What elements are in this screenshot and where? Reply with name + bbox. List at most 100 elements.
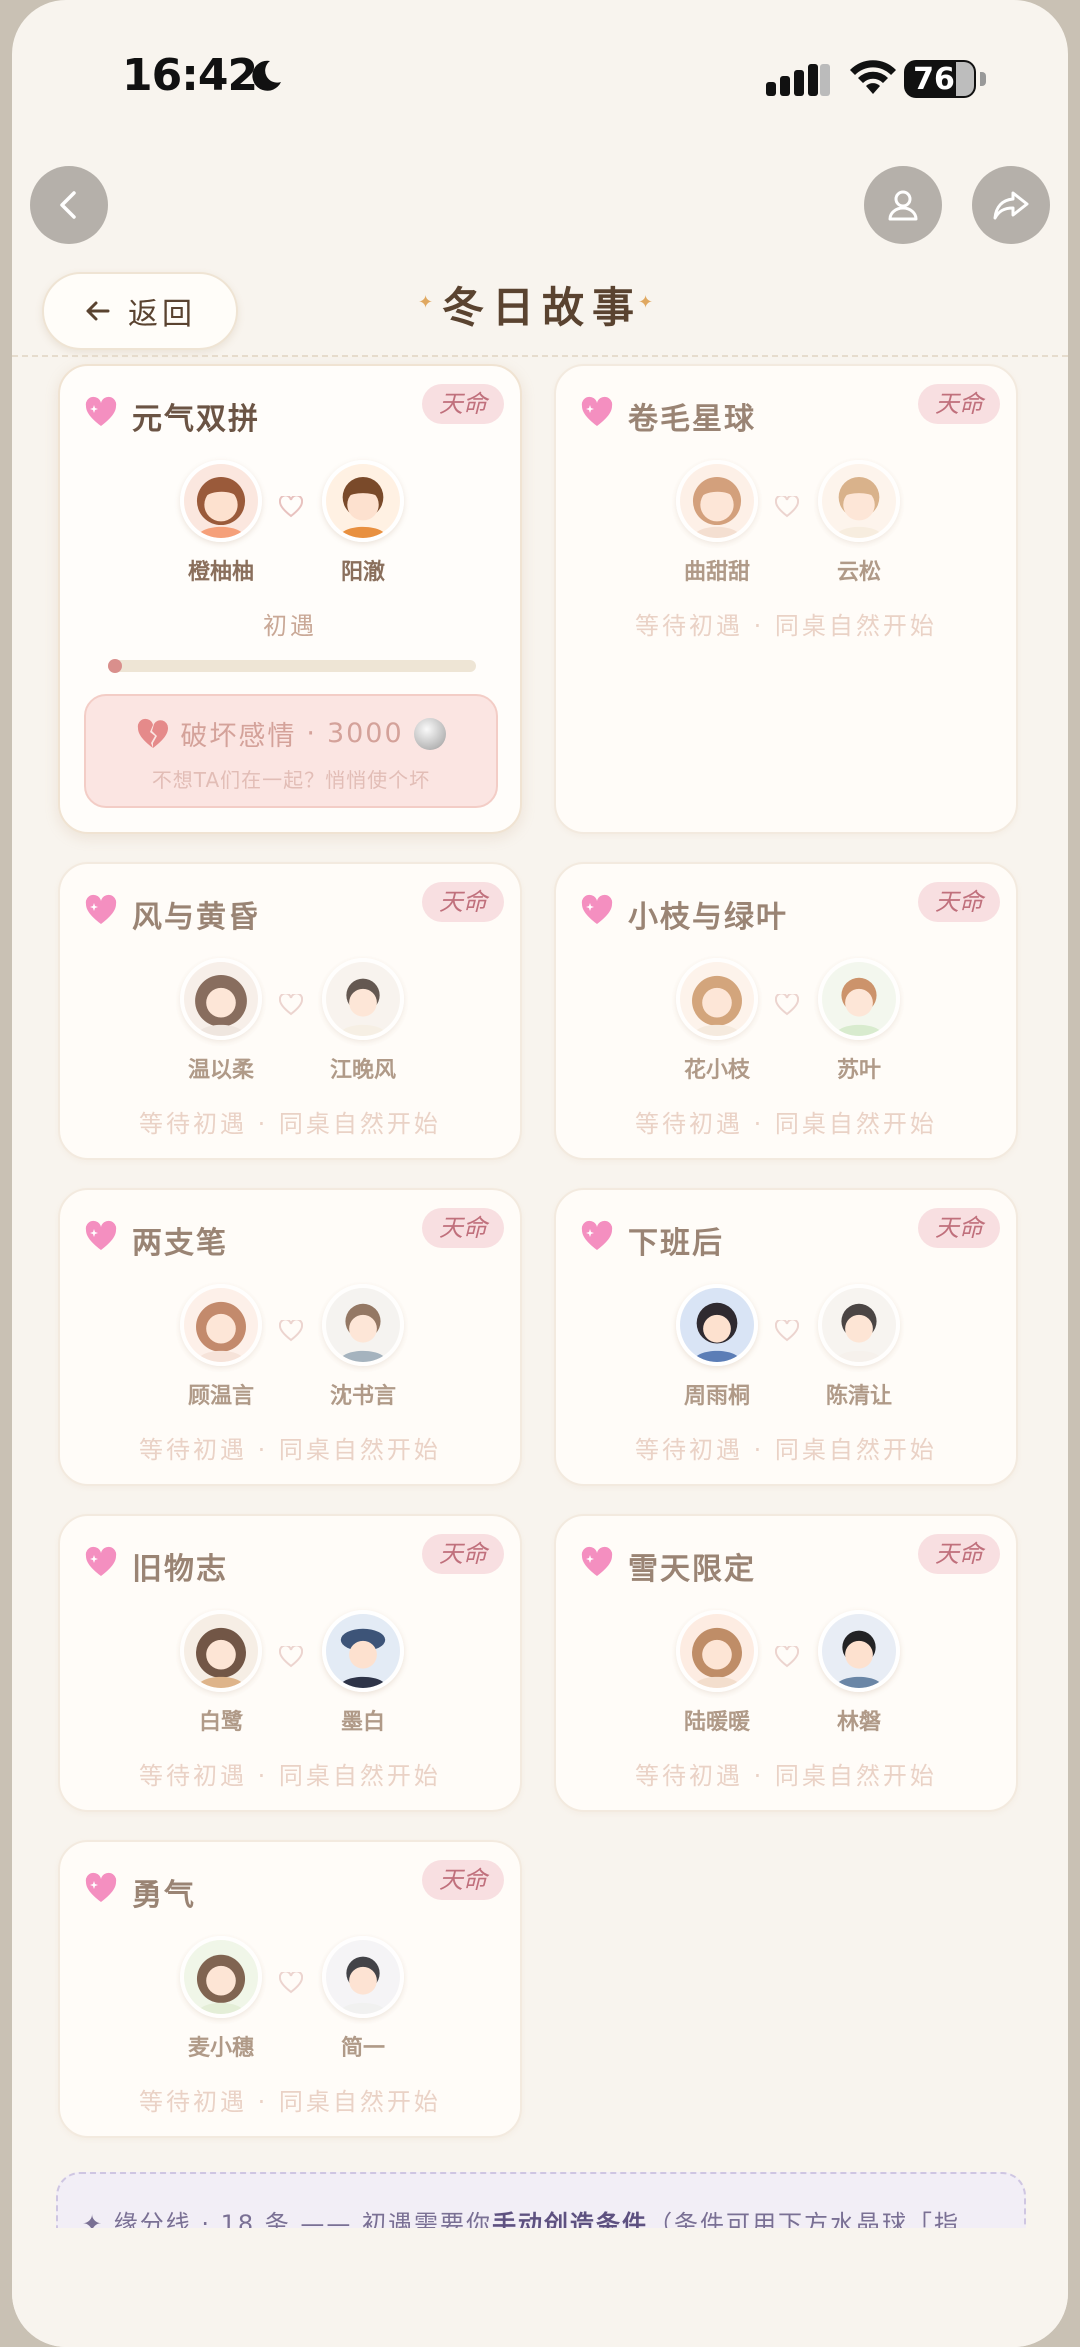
heart-outline-icon (279, 1646, 303, 1668)
story-card-5[interactable]: 下班后 天命 周雨桐 陈清让 等待初遇 · 同桌自然开始 (554, 1188, 1018, 1486)
avatar-right (322, 460, 404, 542)
user-icon (888, 190, 918, 221)
avatar-left (180, 958, 262, 1040)
affection-progress-bar (108, 659, 476, 673)
back-button[interactable]: 返回 (42, 272, 238, 350)
avatar-left (676, 958, 758, 1040)
fate-tag: 天命 (918, 1534, 1000, 1574)
status-time: 16:42 (122, 50, 258, 101)
page-title: 冬日故事 (441, 283, 642, 332)
fate-tag: 天命 (422, 1534, 504, 1574)
story-card-6[interactable]: 旧物志 天命 白鹭 墨白 等待初遇 · 同桌自然开始 (58, 1514, 522, 1812)
character-name-right: 沈书言 (329, 1384, 396, 1409)
heart-outline-icon (775, 994, 799, 1016)
fate-tag: 天命 (422, 1860, 504, 1900)
card-title: 两支笔 (132, 1226, 228, 1261)
wifi-icon (850, 60, 896, 94)
avatar-left (180, 460, 262, 542)
character-name-right: 苏叶 (836, 1058, 881, 1083)
avatar-left (676, 1284, 758, 1366)
story-card-8[interactable]: 勇气 天命 麦小穗 简一 等待初遇 · 同桌自然开始 (58, 1840, 522, 2138)
story-card-0[interactable]: 元气双拼 天命 橙柚柚 阳澈 初遇 破坏感情 · 3000 不想TA们在一起？悄… (58, 364, 522, 834)
status-text: 等待初遇 · 同桌自然开始 (139, 1436, 441, 1464)
avatar-right (818, 958, 900, 1040)
break-hint: 不想TA们在一起？悄悄使个坏 (151, 768, 431, 792)
sparkling-heart-icon (581, 396, 613, 426)
avatar-right (818, 1284, 900, 1366)
chevron-left-icon (60, 191, 76, 219)
break-relationship-button[interactable]: 破坏感情 · 3000 不想TA们在一起？悄悄使个坏 (84, 694, 498, 808)
avatar-left (180, 1284, 262, 1366)
character-name-right: 阳澈 (340, 560, 385, 585)
break-cost: 3000 (326, 718, 404, 749)
app-screen: 16:42 76 返回 ✦ 冬日故事 ✦ 元气双拼 天命 橙柚柚 阳澈 初遇 破… (12, 0, 1068, 2347)
fate-tag: 天命 (918, 882, 1000, 922)
share-icon (993, 191, 1029, 220)
stage-label: 初遇 (263, 612, 317, 640)
status-text: 等待初遇 · 同桌自然开始 (635, 1762, 937, 1790)
fate-tag: 天命 (918, 1208, 1000, 1248)
heart-outline-icon (279, 1972, 303, 1994)
avatar-left (676, 460, 758, 542)
avatar-left (180, 1610, 262, 1692)
share-button[interactable] (972, 166, 1050, 244)
sparkling-heart-icon (581, 1546, 613, 1576)
break-label: 破坏感情 (180, 721, 297, 752)
back-label: 返回 (128, 297, 196, 332)
sparkling-heart-icon (85, 1546, 117, 1576)
heart-outline-icon (279, 496, 303, 518)
profile-button[interactable] (864, 166, 942, 244)
sparkling-heart-icon (85, 1872, 117, 1902)
story-card-4[interactable]: 两支笔 天命 顾温言 沈书言 等待初遇 · 同桌自然开始 (58, 1188, 522, 1486)
avatar-right (322, 1284, 404, 1366)
arrow-left-icon (86, 301, 110, 321)
bottom-mask (12, 2228, 1068, 2347)
character-name-right: 云松 (836, 560, 881, 585)
character-name-left: 花小枝 (683, 1058, 750, 1083)
story-card-2[interactable]: 风与黄昏 天命 温以柔 江晚风 等待初遇 · 同桌自然开始 (58, 862, 522, 1160)
avatar-right (322, 1610, 404, 1692)
character-name-left: 顾温言 (187, 1384, 254, 1409)
heart-outline-icon (775, 1320, 799, 1342)
sparkling-heart-icon (85, 1220, 117, 1250)
broken-heart-icon (138, 718, 169, 748)
avatar-right (322, 958, 404, 1040)
character-name-right: 陈清让 (825, 1384, 892, 1409)
avatar-right (322, 1936, 404, 2018)
character-name-left: 陆暖暖 (683, 1710, 750, 1735)
fate-tag: 天命 (422, 384, 504, 424)
card-title: 下班后 (628, 1226, 724, 1261)
nav-back-button[interactable] (30, 166, 108, 244)
character-name-right: 江晚风 (329, 1058, 396, 1083)
character-name-left: 麦小穗 (187, 2036, 254, 2061)
status-text: 等待初遇 · 同桌自然开始 (139, 1110, 441, 1138)
story-card-7[interactable]: 雪天限定 天命 陆暖暖 林磐 等待初遇 · 同桌自然开始 (554, 1514, 1018, 1812)
crystal-coin-icon (413, 717, 446, 750)
header-divider (12, 355, 1068, 357)
sparkling-heart-icon (85, 396, 117, 426)
fate-tag: 天命 (422, 1208, 504, 1248)
story-card-3[interactable]: 小枝与绿叶 天命 花小枝 苏叶 等待初遇 · 同桌自然开始 (554, 862, 1018, 1160)
heart-outline-icon (279, 1320, 303, 1342)
character-name-left: 周雨桐 (683, 1384, 750, 1409)
character-name-right: 林磐 (836, 1710, 881, 1735)
status-text: 等待初遇 · 同桌自然开始 (139, 1762, 441, 1790)
status-text: 等待初遇 · 同桌自然开始 (635, 1436, 937, 1464)
moon-icon (252, 60, 281, 91)
character-name-left: 温以柔 (187, 1058, 254, 1083)
character-name-left: 橙柚柚 (187, 560, 254, 585)
heart-outline-icon (775, 1646, 799, 1668)
character-name-right: 墨白 (340, 1710, 385, 1735)
character-name-left: 白鹭 (198, 1710, 243, 1735)
fate-tag: 天命 (422, 882, 504, 922)
avatar-left (180, 1936, 262, 2018)
card-title: 元气双拼 (132, 402, 260, 437)
character-name-left: 曲甜甜 (683, 560, 750, 585)
status-text: 等待初遇 · 同桌自然开始 (635, 1110, 937, 1138)
sparkle-icon: ✦ (638, 292, 654, 313)
card-title: 风与黄昏 (132, 900, 260, 935)
progress-fill (108, 659, 122, 673)
sparkling-heart-icon (85, 894, 117, 924)
status-text: 等待初遇 · 同桌自然开始 (635, 612, 937, 640)
story-card-1[interactable]: 卷毛星球 天命 曲甜甜 云松 等待初遇 · 同桌自然开始 (554, 364, 1018, 834)
